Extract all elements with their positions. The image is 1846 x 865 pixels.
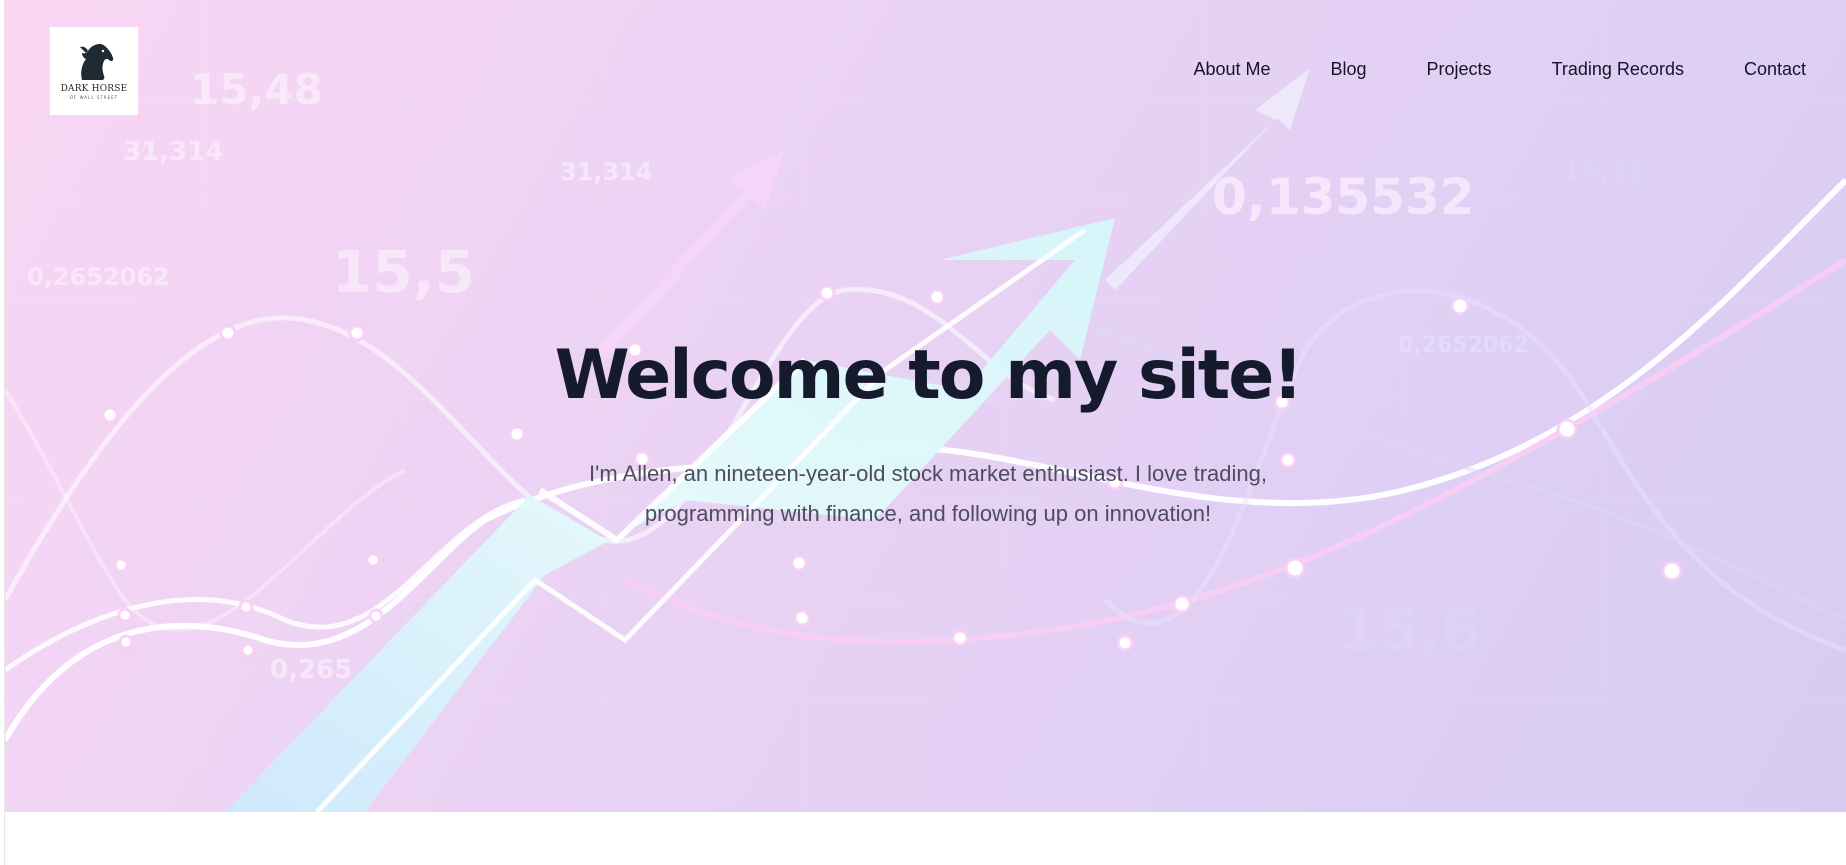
hero-subtitle-line: I'm Allen, an nineteen-year-old stock ma… [589,461,1267,486]
background-number: 15,6 [1338,596,1482,664]
main-navigation: About Me Blog Projects Trading Records C… [1133,59,1806,80]
background-number: 15,5 [332,238,476,306]
background-number: 31,314 [123,137,224,167]
nav-link-projects[interactable]: Projects [1427,59,1492,80]
background-number: 0,2652062 [27,263,170,291]
site-logo[interactable]: DARK HORSE OF WALL STREET [50,27,138,115]
background-number: 31,314 [560,158,653,186]
logo-tagline: OF WALL STREET [69,95,119,100]
background-number: 16,21 [1563,157,1646,187]
background-number: 0,135532 [1212,168,1475,226]
background-number: 0,265 [270,655,353,685]
nav-link-trading-records[interactable]: Trading Records [1552,59,1684,80]
hero-subtitle-line: programming with finance, and following … [644,501,1212,526]
nav-link-contact[interactable]: Contact [1744,59,1806,80]
horse-head-icon [80,44,114,80]
logo-name: DARK HORSE [60,84,128,94]
hero-section: 15,48 31,314 31,314 0,2652062 15,5 0,135… [5,0,1846,812]
nav-link-about-me[interactable]: About Me [1193,59,1270,80]
nav-link-blog[interactable]: Blog [1331,59,1367,80]
hero-subtitle: I'm Allen, an nineteen-year-old stock ma… [528,454,1328,534]
hero-title: Welcome to my site! [554,336,1304,415]
background-number: 15,48 [190,65,323,114]
